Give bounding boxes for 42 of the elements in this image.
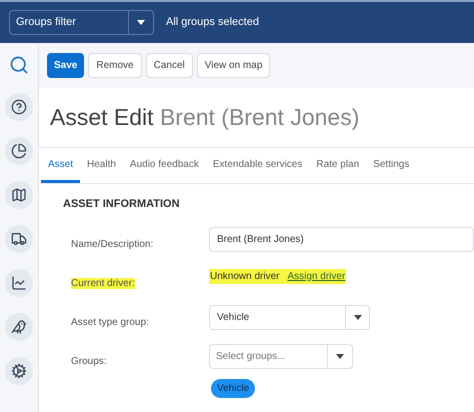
truck-button[interactable] <box>5 225 33 253</box>
groups-filter-dropdown[interactable]: Groups filter <box>9 10 154 35</box>
help-button[interactable] <box>5 93 33 121</box>
bird-button[interactable] <box>5 313 33 341</box>
pie-chart-button[interactable] <box>5 137 33 165</box>
tab[interactable]: Health <box>80 148 123 183</box>
map-button[interactable] <box>5 181 33 209</box>
toolbar-button[interactable]: View on map <box>196 53 270 78</box>
cog-icon <box>11 363 27 379</box>
assign-driver-link[interactable]: Assign driver <box>287 268 346 284</box>
tab[interactable]: Rate plan <box>309 148 366 183</box>
name-field[interactable]: Brent (Brent Jones) <box>209 226 474 252</box>
toolbar-button[interactable]: Remove <box>88 53 142 78</box>
toolbar-button[interactable]: Cancel <box>146 53 193 78</box>
field-label: Asset type group: <box>71 316 149 328</box>
chart-icon <box>11 275 27 291</box>
cog-button[interactable] <box>5 357 33 385</box>
truck-icon <box>11 231 27 247</box>
groups-dropdown[interactable]: Select groups... <box>209 344 353 368</box>
groups-status: All groups selected <box>166 15 259 30</box>
field-label: Current driver: <box>71 278 135 288</box>
tab[interactable]: Asset <box>41 148 80 183</box>
asset-type-dropdown[interactable]: Vehicle <box>209 304 370 330</box>
tab[interactable]: Extendable services <box>206 148 310 183</box>
pie-chart-icon <box>11 143 27 159</box>
search-icon[interactable] <box>9 55 29 75</box>
caret-icon <box>137 20 145 25</box>
caret-icon <box>354 314 362 320</box>
section-heading: ASSET INFORMATION <box>63 197 181 212</box>
field-label: Name/Description: <box>71 238 154 250</box>
page-title: Asset Edit Brent (Brent Jones) <box>50 103 360 132</box>
help-icon <box>11 99 27 115</box>
field-label: Groups: <box>71 356 107 366</box>
tab[interactable]: Audio feedback <box>122 148 206 183</box>
chart-button[interactable] <box>5 269 33 297</box>
toolbar-button[interactable]: Save <box>47 53 84 78</box>
map-icon <box>11 187 27 203</box>
group-chip[interactable]: Vehicle <box>211 378 256 398</box>
tab[interactable]: Settings <box>366 148 416 183</box>
driver-value: Unknown driver <box>210 270 280 284</box>
bird-icon <box>11 319 27 335</box>
caret-icon <box>336 354 344 358</box>
